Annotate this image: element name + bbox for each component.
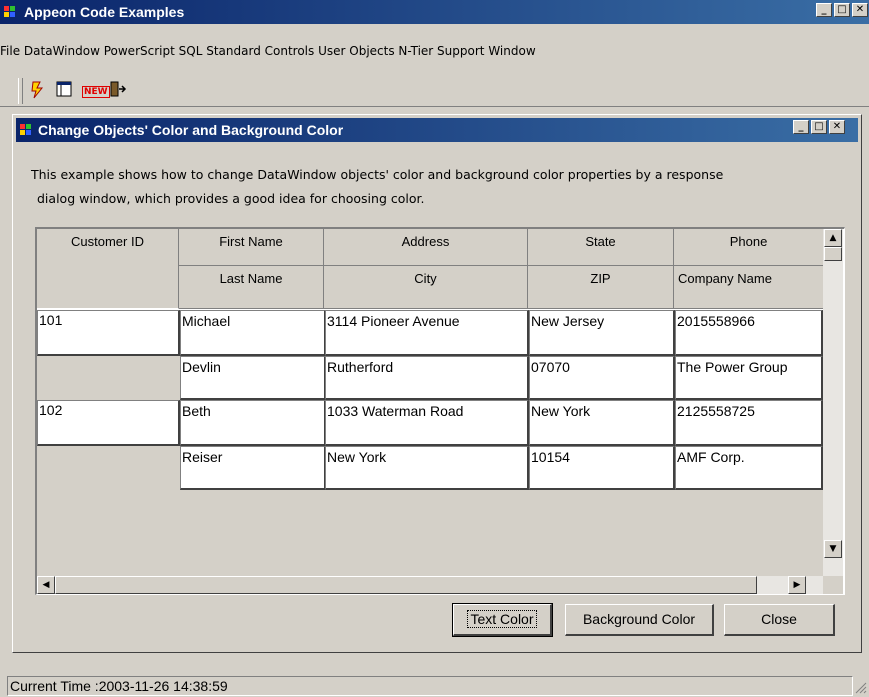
app-title-bar: Appeon Code Examples <box>0 0 869 24</box>
lightning-icon[interactable] <box>30 81 46 101</box>
menu-file[interactable]: File <box>0 44 20 58</box>
exit-door-icon[interactable] <box>109 81 127 101</box>
cell-zip[interactable]: 07070 <box>529 356 675 400</box>
close-button[interactable]: ✕ <box>829 120 845 134</box>
scroll-right-arrow-icon[interactable]: ▶ <box>788 576 806 594</box>
scroll-corner <box>823 576 843 594</box>
header-address: Address <box>324 229 528 266</box>
cell-first-name[interactable]: Michael <box>180 310 326 356</box>
header-city: City <box>324 266 528 309</box>
cell-city[interactable]: New York <box>325 446 529 490</box>
cell-city[interactable]: Rutherford <box>325 356 529 400</box>
child-title-bar: Change Objects' Color and Background Col… <box>16 118 858 142</box>
minimize-button[interactable]: _ <box>816 3 832 17</box>
close-button[interactable]: ✕ <box>852 3 868 17</box>
header-last-name: Last Name <box>179 266 324 309</box>
resize-grip-icon[interactable] <box>853 680 867 694</box>
background-color-button[interactable]: Background Color <box>565 604 714 636</box>
menu-sql[interactable]: SQL <box>179 44 203 58</box>
scroll-left-arrow-icon[interactable]: ◀ <box>37 576 55 594</box>
menu-n-tier-support[interactable]: N-Tier Support <box>398 44 484 58</box>
cell-phone[interactable]: 2125558725 <box>675 400 823 446</box>
menu-standard-controls[interactable]: Standard Controls <box>206 44 314 58</box>
menu-window[interactable]: Window <box>488 44 535 58</box>
menu-datawindow[interactable]: DataWindow <box>24 44 100 58</box>
maximize-button[interactable]: □ <box>834 3 850 17</box>
header-zip: ZIP <box>528 266 674 309</box>
scroll-down-arrow-icon[interactable]: ▼ <box>824 540 842 558</box>
cell-company[interactable]: The Power Group <box>675 356 823 400</box>
cell-state[interactable]: New Jersey <box>529 310 675 356</box>
child-caption-buttons: _ □ ✕ <box>793 120 847 134</box>
menu-bar: File DataWindow PowerScript SQL Standard… <box>0 44 869 66</box>
child-window: Change Objects' Color and Background Col… <box>12 114 862 653</box>
appeon-logo-icon <box>20 124 34 136</box>
cell-company[interactable]: AMF Corp. <box>675 446 823 490</box>
horizontal-scroll-thumb[interactable] <box>55 576 757 594</box>
header-company-name: Company Name <box>674 266 824 309</box>
cell-first-name[interactable]: Beth <box>180 400 326 446</box>
cell-last-name[interactable]: Reiser <box>180 446 326 490</box>
description: This example shows how to change DataWin… <box>31 163 841 211</box>
app-title: Appeon Code Examples <box>24 4 185 20</box>
cell-address[interactable]: 3114 Pioneer Avenue <box>325 310 529 356</box>
cell-zip[interactable]: 10154 <box>529 446 675 490</box>
app-caption-buttons: _ □ ✕ <box>816 3 869 17</box>
minimize-button[interactable]: _ <box>793 120 809 134</box>
datawindow-grid[interactable]: Customer ID First Name Address State Pho… <box>35 227 845 595</box>
vertical-scroll-thumb[interactable] <box>824 247 842 261</box>
cell-address[interactable]: 1033 Waterman Road <box>325 400 529 446</box>
text-color-button[interactable]: Text Color <box>452 603 553 637</box>
cell-customer-id[interactable]: 101 <box>37 310 180 356</box>
window-icon[interactable] <box>56 81 72 101</box>
row-gap <box>37 356 180 400</box>
text-color-label: Text Color <box>467 610 537 628</box>
description-line: This example shows how to change DataWin… <box>31 167 724 182</box>
header-phone: Phone <box>674 229 824 266</box>
description-line: dialog window, which provides a good ide… <box>37 191 425 206</box>
header-state: State <box>528 229 674 266</box>
child-title: Change Objects' Color and Background Col… <box>38 122 344 138</box>
status-bar: Current Time :2003-11-26 14:38:59 <box>7 676 853 696</box>
cell-last-name[interactable]: Devlin <box>180 356 326 400</box>
row-gap <box>37 446 180 490</box>
close-dialog-button[interactable]: Close <box>724 604 835 636</box>
appeon-logo-icon <box>4 6 18 18</box>
toolbar-grip[interactable] <box>18 78 23 104</box>
header-customer-id: Customer ID <box>37 229 179 309</box>
toolbar <box>0 70 869 107</box>
scroll-up-arrow-icon[interactable]: ▲ <box>824 229 842 247</box>
header-first-name: First Name <box>179 229 324 266</box>
new-icon[interactable]: NEW <box>82 86 110 98</box>
cell-phone[interactable]: 2015558966 <box>675 310 823 356</box>
cell-customer-id[interactable]: 102 <box>37 400 180 446</box>
menu-powerscript[interactable]: PowerScript <box>104 44 175 58</box>
horizontal-scrollbar[interactable]: ◀ ▶ <box>37 576 824 594</box>
cell-state[interactable]: New York <box>529 400 675 446</box>
grid-empty-area <box>37 490 823 576</box>
vertical-scrollbar[interactable]: ▲ ▼ <box>823 229 843 577</box>
maximize-button[interactable]: □ <box>811 120 827 134</box>
menu-user-objects[interactable]: User Objects <box>318 44 395 58</box>
